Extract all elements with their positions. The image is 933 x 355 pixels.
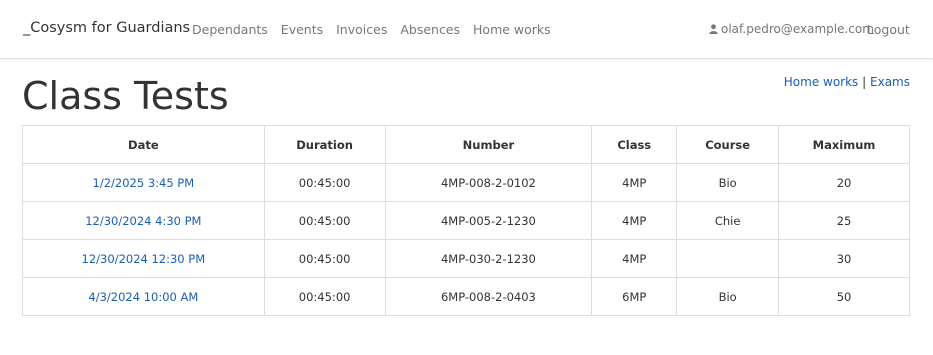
cell-date: 12/30/2024 4:30 PM: [22, 201, 265, 240]
cell-class: 4MP: [591, 239, 678, 278]
user-account-link[interactable]: olaf.pedro@example.com: [709, 22, 874, 36]
cell-course: Chie: [676, 201, 780, 240]
nav-dependants[interactable]: Dependants: [192, 22, 268, 37]
cell-maximum: 25: [778, 201, 910, 240]
table-row: 4/3/2024 10:00 AM 00:45:00 6MP-008-2-040…: [22, 277, 910, 316]
navbar: _Cosysm for Guardians Dependants Events …: [0, 0, 933, 59]
nav-events[interactable]: Events: [281, 22, 323, 37]
cell-duration: 00:45:00: [263, 201, 386, 240]
table-row: 12/30/2024 4:30 PM 00:45:00 4MP-005-2-12…: [22, 201, 910, 240]
page-title: Class Tests: [22, 74, 229, 118]
date-link[interactable]: 1/2/2025 3:45 PM: [93, 176, 195, 190]
header-duration[interactable]: Duration: [263, 125, 386, 164]
cell-duration: 00:45:00: [263, 277, 386, 316]
header-course[interactable]: Course: [676, 125, 780, 164]
nav-home-works[interactable]: Home works: [473, 22, 551, 37]
cell-course: Bio: [676, 277, 780, 316]
date-link[interactable]: 12/30/2024 4:30 PM: [85, 214, 201, 228]
class-tests-table: Date Duration Number Class Course Maximu…: [22, 125, 910, 316]
cell-class: 4MP: [591, 163, 678, 202]
cell-date: 4/3/2024 10:00 AM: [22, 277, 265, 316]
table-header-row: Date Duration Number Class Course Maximu…: [22, 125, 910, 164]
logout-link[interactable]: Logout: [867, 22, 910, 37]
header-class[interactable]: Class: [591, 125, 678, 164]
cell-date: 1/2/2025 3:45 PM: [22, 163, 265, 202]
exams-link[interactable]: Exams: [870, 75, 910, 89]
user-email: olaf.pedro@example.com: [721, 22, 874, 36]
cell-number: 4MP-030-2-1230: [384, 239, 593, 278]
nav-absences[interactable]: Absences: [400, 22, 460, 37]
cell-course: Bio: [676, 163, 780, 202]
cell-date: 12/30/2024 12:30 PM: [22, 239, 265, 278]
nav-links: Dependants Events Invoices Absences Home…: [192, 22, 564, 37]
cell-maximum: 20: [778, 163, 910, 202]
table-row: 1/2/2025 3:45 PM 00:45:00 4MP-008-2-0102…: [22, 163, 910, 202]
cell-duration: 00:45:00: [263, 239, 386, 278]
cell-number: 4MP-008-2-0102: [384, 163, 593, 202]
cell-class: 6MP: [591, 277, 678, 316]
home-works-link[interactable]: Home works: [784, 75, 859, 89]
header-number[interactable]: Number: [384, 125, 593, 164]
nav-invoices[interactable]: Invoices: [336, 22, 387, 37]
link-separator: |: [862, 75, 867, 89]
cell-maximum: 50: [778, 277, 910, 316]
cell-number: 4MP-005-2-1230: [384, 201, 593, 240]
date-link[interactable]: 12/30/2024 12:30 PM: [82, 252, 206, 266]
cell-maximum: 30: [778, 239, 910, 278]
user-icon: [709, 24, 718, 34]
header-date[interactable]: Date: [22, 125, 265, 164]
cell-class: 4MP: [591, 201, 678, 240]
top-links: Home works | Exams: [784, 75, 910, 89]
cell-course: [676, 239, 780, 278]
brand-link[interactable]: _Cosysm for Guardians: [23, 20, 190, 36]
cell-duration: 00:45:00: [263, 163, 386, 202]
date-link[interactable]: 4/3/2024 10:00 AM: [88, 290, 198, 304]
cell-number: 6MP-008-2-0403: [384, 277, 593, 316]
table-row: 12/30/2024 12:30 PM 00:45:00 4MP-030-2-1…: [22, 239, 910, 278]
header-maximum[interactable]: Maximum: [778, 125, 910, 164]
